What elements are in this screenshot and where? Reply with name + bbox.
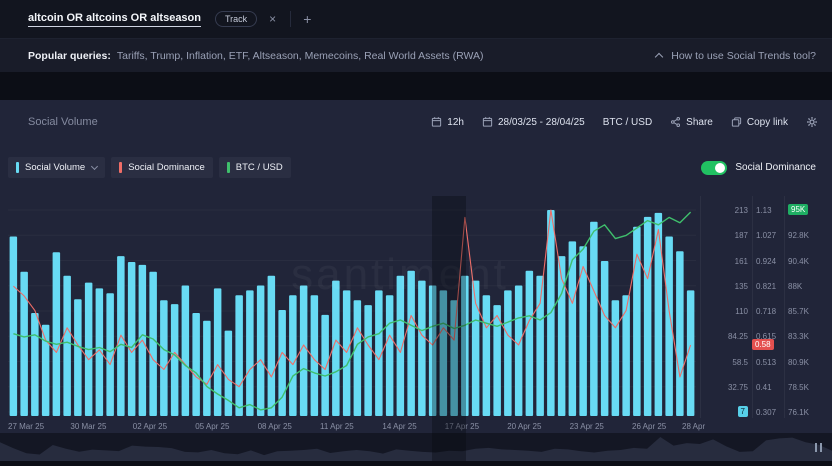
settings-gear-button[interactable] <box>806 116 818 128</box>
pause-button[interactable] <box>815 443 823 452</box>
popular-queries-bar: Popular queries: Tariffs, Trump, Inflati… <box>0 39 832 72</box>
toggle-label: Social Dominance <box>735 162 816 173</box>
legend-chip-social-volume[interactable]: Social Volume <box>8 157 105 178</box>
legend-color-bar <box>16 162 19 173</box>
close-tab-icon[interactable]: × <box>269 12 276 26</box>
track-button[interactable]: Track <box>215 11 257 27</box>
timeline-preview-svg <box>0 433 832 461</box>
chevron-down-icon <box>91 163 98 170</box>
timeline-preview[interactable] <box>0 433 832 461</box>
legend-row: Social Volume Social Dominance BTC / USD… <box>8 157 816 178</box>
social-dominance-toggle[interactable]: Social Dominance <box>701 161 816 175</box>
calendar-icon <box>482 116 493 128</box>
price-axis: 95K 92.8K90.4K88K85.7K83.3K80.9K78.5K76.… <box>788 196 828 418</box>
share-button[interactable]: Share <box>670 116 713 128</box>
volume-current-badge: 7 <box>738 406 748 417</box>
query-tab-label[interactable]: altcoin OR altcoins OR altseason <box>28 12 201 27</box>
popular-queries-list[interactable]: Tariffs, Trump, Inflation, ETF, Altseaso… <box>117 50 484 62</box>
price-current-badge: 95K <box>788 204 808 215</box>
page-title: Social Volume <box>28 116 98 128</box>
legend-chip-social-dominance[interactable]: Social Dominance <box>111 157 213 178</box>
toggle-switch[interactable] <box>701 161 727 175</box>
tab-bar: altcoin OR altcoins OR altseason Track ×… <box>0 0 832 39</box>
legend-color-bar <box>119 162 122 173</box>
new-tab-button[interactable]: + <box>303 11 311 27</box>
help-link-label: How to use Social Trends tool? <box>671 50 816 62</box>
dominance-axis: 0.58 1.131.0270.9240.8210.7180.6150.5130… <box>756 196 786 418</box>
chart-svg <box>8 196 696 418</box>
right-axes: 7 21318716113511084.2558.532.75 0.58 1.1… <box>700 196 832 418</box>
gear-icon <box>806 116 818 128</box>
copy-link-button[interactable]: Copy link <box>731 116 788 128</box>
volume-axis: 7 21318716113511084.2558.532.75 <box>706 196 748 418</box>
share-icon <box>670 116 681 128</box>
toggle-knob <box>715 163 725 173</box>
chart-plot[interactable] <box>8 196 696 418</box>
interval-button[interactable]: 12h <box>431 116 464 128</box>
copy-link-icon <box>731 116 742 128</box>
legend-chip-btc-usd[interactable]: BTC / USD <box>219 157 291 178</box>
popular-queries-label: Popular queries: <box>28 50 111 62</box>
date-range-button[interactable]: 28/03/25 - 28/04/25 <box>482 116 585 128</box>
calendar-icon <box>431 116 442 128</box>
tab-divider <box>290 11 291 27</box>
help-link[interactable]: How to use Social Trends tool? <box>656 50 816 62</box>
legend-color-bar <box>227 162 230 173</box>
chart-panel: Social Volume 12h 28/03/25 - 28/04/25 BT… <box>0 100 832 461</box>
chevron-up-icon <box>655 53 663 61</box>
pair-selector[interactable]: BTC / USD <box>603 117 652 128</box>
